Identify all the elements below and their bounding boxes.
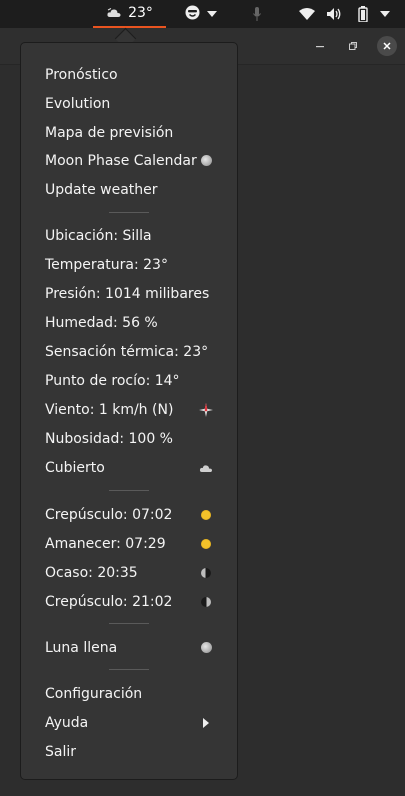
menu-item-moon-phase[interactable]: Luna llena [45,633,215,662]
menu-item-forecast-map[interactable]: Mapa de previsión [45,118,215,147]
menu-separator [109,623,149,624]
weather-indicator[interactable]: 23° [93,0,166,28]
menu-item-evolution[interactable]: Evolution [45,89,215,118]
menu-item-forecast[interactable]: Pronóstico [45,60,215,89]
volume-icon[interactable] [325,0,343,28]
menu-item-pressure[interactable]: Presión: 1014 milibares [45,279,215,308]
indicator-menu[interactable] [181,0,221,28]
battery-icon[interactable] [355,0,371,28]
menu-item-dew-point[interactable]: Punto de rocío: 14° [45,366,215,395]
compass-icon [199,402,213,417]
menu-separator [109,490,149,491]
half-moon-icon [199,595,213,609]
close-icon [383,42,391,50]
menu-item-help[interactable]: Ayuda [45,708,215,737]
menu-separator [109,669,149,670]
minimize-button[interactable] [310,36,330,56]
menu-item-temperature[interactable]: Temperatura: 23° [45,250,215,279]
system-menu-chevron-icon[interactable] [378,0,392,28]
menu-separator [109,212,149,213]
close-button[interactable] [377,36,397,56]
top-bar: 23° [0,0,405,28]
menu-item-sunset[interactable]: Ocaso: 20:35 [45,558,215,587]
menu-item-moon-phase-calendar[interactable]: Moon Phase Calendar [45,146,215,175]
menu-item-humidity[interactable]: Humedad: 56 % [45,308,215,337]
restore-button[interactable] [343,36,363,56]
sun-icon [199,508,213,522]
menu-item-wind[interactable]: Viento: 1 km/h (N) [45,395,215,424]
weather-temp: 23° [128,5,153,21]
menu-item-update-weather[interactable]: Update weather [45,175,215,204]
half-moon-icon [199,566,213,580]
menu-item-cloudiness[interactable]: Nubosidad: 100 % [45,424,215,453]
menu-item-quit[interactable]: Salir [45,737,215,766]
submenu-arrow-icon [199,716,213,730]
chevron-down-icon [207,11,217,17]
menu-item-sunrise[interactable]: Amanecer: 07:29 [45,529,215,558]
weather-menu: Pronóstico Evolution Mapa de previsión M… [20,42,238,780]
menu-item-feels-like[interactable]: Sensación térmica: 23° [45,337,215,366]
menu-item-settings[interactable]: Configuración [45,679,215,708]
smiley-icon [185,5,200,24]
wifi-icon[interactable] [298,0,316,28]
menu-item-dawn[interactable]: Crepúsculo: 07:02 [45,500,215,529]
menu-item-location[interactable]: Ubicación: Silla [45,221,215,250]
sun-icon [199,537,213,551]
cloud-icon [106,4,122,23]
cloud-icon [199,461,213,475]
microphone-icon[interactable] [250,0,264,28]
menu-item-dusk[interactable]: Crepúsculo: 21:02 [45,587,215,616]
menu-item-conditions[interactable]: Cubierto [45,453,215,482]
full-moon-icon [199,154,213,168]
full-moon-icon [199,641,213,655]
